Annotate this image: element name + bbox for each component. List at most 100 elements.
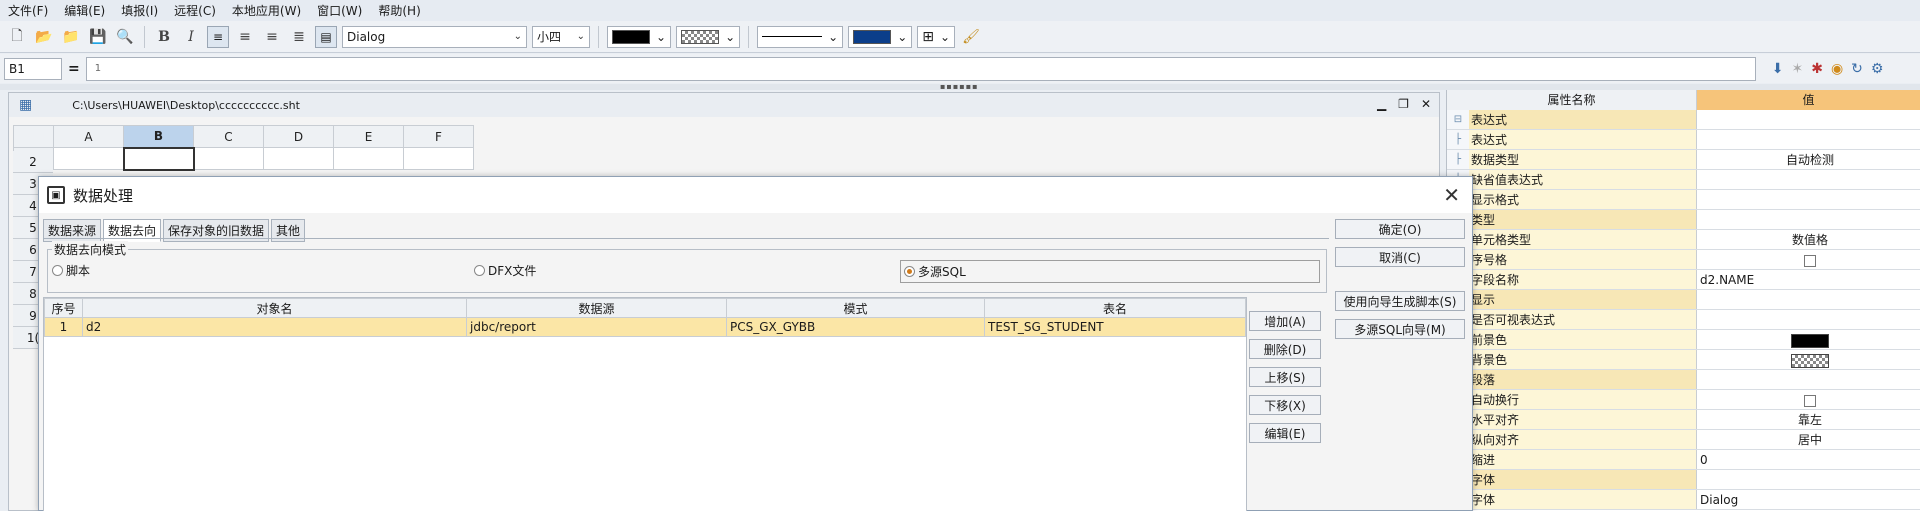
property-value[interactable] (1697, 470, 1920, 489)
column-header-table[interactable]: 表名 (984, 298, 1246, 318)
column-header-a[interactable]: A (53, 125, 124, 148)
format-brush-icon[interactable]: 🖌 (960, 26, 982, 48)
cell-c1[interactable] (193, 147, 264, 170)
move-up-button[interactable]: 上移(S) (1249, 367, 1321, 387)
cell-a1[interactable] (53, 147, 124, 170)
property-value[interactable] (1697, 190, 1920, 209)
multisql-wizard-button[interactable]: 多源SQL向导(M) (1335, 319, 1465, 339)
property-value[interactable] (1697, 170, 1920, 189)
property-value[interactable]: Dialog (1697, 490, 1920, 509)
cell-seq[interactable]: 1 (44, 317, 83, 337)
font-size-select[interactable]: 小四 ⌄ (532, 25, 590, 48)
formula-input[interactable]: 1 (85, 56, 1756, 81)
property-row[interactable]: ├序号格 (1447, 250, 1920, 270)
cell-schema[interactable]: PCS_GX_GYBB (726, 317, 985, 337)
move-down-button[interactable]: 下移(X) (1249, 395, 1321, 415)
column-header-datasource[interactable]: 数据源 (466, 298, 727, 318)
cancel-button[interactable]: 取消(C) (1335, 247, 1465, 267)
bold-icon[interactable]: B (153, 26, 175, 48)
fore-color-select[interactable]: ⌄ (607, 25, 672, 48)
open-folder-icon[interactable]: 📂 (33, 26, 55, 48)
column-header-seq[interactable]: 序号 (44, 298, 83, 318)
property-value[interactable] (1697, 370, 1920, 389)
align-left-icon[interactable]: ≡ (207, 25, 229, 48)
cell-e1[interactable] (333, 147, 404, 170)
property-value[interactable] (1697, 290, 1920, 309)
align-center-icon[interactable]: ≡ (234, 26, 256, 48)
globe-icon[interactable]: ◉ (1831, 61, 1843, 77)
property-value[interactable] (1697, 210, 1920, 229)
property-row[interactable]: ├单元格类型数值格 (1447, 230, 1920, 250)
property-row[interactable]: ├缩进0 (1447, 450, 1920, 470)
property-value[interactable]: 自动检测 (1697, 150, 1920, 169)
magic-icon[interactable]: ✶ (1791, 61, 1803, 77)
mode-multisql-radio[interactable]: 多源SQL (900, 260, 1320, 283)
auto-wrap-checkbox[interactable] (1804, 394, 1816, 407)
property-value[interactable] (1697, 390, 1920, 409)
property-value[interactable]: 0 (1697, 450, 1920, 469)
property-row[interactable]: ├字段名称d2.NAME (1447, 270, 1920, 290)
property-value[interactable] (1697, 250, 1920, 269)
bug-icon[interactable]: ✱ (1811, 61, 1823, 77)
property-row[interactable]: ├类型 (1447, 210, 1920, 230)
open-remote-icon[interactable]: 📁 (60, 26, 82, 48)
property-value[interactable] (1697, 350, 1920, 369)
font-name-select[interactable]: Dialog ⌄ (342, 25, 527, 48)
minimize-icon[interactable]: ▁ (1377, 97, 1386, 111)
new-file-icon[interactable]: 🗋 (6, 26, 28, 48)
cell-reference-field[interactable]: B1 (4, 57, 62, 80)
property-row[interactable]: ├ 数据类型 自动检测 (1447, 150, 1920, 170)
close-icon[interactable]: ✕ (1443, 183, 1460, 207)
row-header-2[interactable]: 2 (13, 151, 53, 173)
property-value[interactable]: 靠左 (1697, 410, 1920, 429)
foreground-color-swatch[interactable] (1791, 333, 1829, 348)
cell-f1[interactable] (403, 147, 474, 170)
settings-icon[interactable]: ⚙ (1871, 61, 1884, 77)
indent-icon[interactable]: ▤ (315, 25, 337, 48)
property-value[interactable]: d2.NAME (1697, 270, 1920, 289)
arrow-down-icon[interactable]: ⬇ (1772, 61, 1784, 77)
property-row[interactable]: ⊟ 表达式 (1447, 110, 1920, 130)
cell-d1[interactable] (263, 147, 334, 170)
print-preview-icon[interactable]: 🔍 (114, 26, 136, 48)
cell-b1[interactable] (122, 146, 195, 171)
property-row[interactable]: ├自动换行 (1447, 390, 1920, 410)
align-right-icon[interactable]: ≡ (261, 26, 283, 48)
column-header-d[interactable]: D (263, 125, 334, 148)
property-row[interactable]: ├显示 (1447, 290, 1920, 310)
property-row[interactable]: ├ 表达式 (1447, 130, 1920, 150)
column-header-b[interactable]: B (123, 125, 194, 148)
property-row[interactable]: ├背景色 (1447, 350, 1920, 370)
cell-table[interactable]: TEST_SG_STUDENT (984, 317, 1246, 337)
menu-edit[interactable]: 编辑(E) (56, 2, 113, 19)
column-header-f[interactable]: F (403, 125, 474, 148)
italic-icon[interactable]: I (180, 26, 202, 48)
add-button[interactable]: 增加(A) (1249, 311, 1321, 331)
restore-icon[interactable]: ❐ (1398, 97, 1409, 111)
property-row[interactable]: ├纵向对齐居中 (1447, 430, 1920, 450)
line-color-select[interactable]: ⌄ (848, 25, 913, 48)
edit-button[interactable]: 编辑(E) (1249, 423, 1321, 443)
property-row[interactable]: ├显示格式 (1447, 190, 1920, 210)
cell-datasource[interactable]: jdbc/report (466, 317, 727, 337)
column-header-e[interactable]: E (333, 125, 404, 148)
property-value[interactable] (1697, 110, 1920, 129)
menu-file[interactable]: 文件(F) (0, 2, 56, 19)
align-justify-icon[interactable]: ≣ (288, 26, 310, 48)
property-value[interactable]: 数值格 (1697, 230, 1920, 249)
column-header-schema[interactable]: 模式 (726, 298, 985, 318)
menu-help[interactable]: 帮助(H) (370, 2, 428, 19)
property-value[interactable]: 居中 (1697, 430, 1920, 449)
save-icon[interactable]: 💾 (87, 26, 109, 48)
property-row[interactable]: ├是否可视表达式 (1447, 310, 1920, 330)
background-color-swatch[interactable] (1791, 353, 1829, 368)
column-header-object[interactable]: 对象名 (82, 298, 467, 318)
menu-window[interactable]: 窗口(W) (309, 2, 370, 19)
border-select[interactable]: ⊞ ⌄ (917, 25, 956, 48)
menu-local-apps[interactable]: 本地应用(W) (224, 2, 309, 19)
property-value[interactable] (1697, 130, 1920, 149)
property-row[interactable]: ├段落 (1447, 370, 1920, 390)
mode-script-radio[interactable]: 脚本 (52, 262, 90, 279)
cell-object[interactable]: d2 (82, 317, 467, 337)
property-row[interactable]: ├水平对齐靠左 (1447, 410, 1920, 430)
